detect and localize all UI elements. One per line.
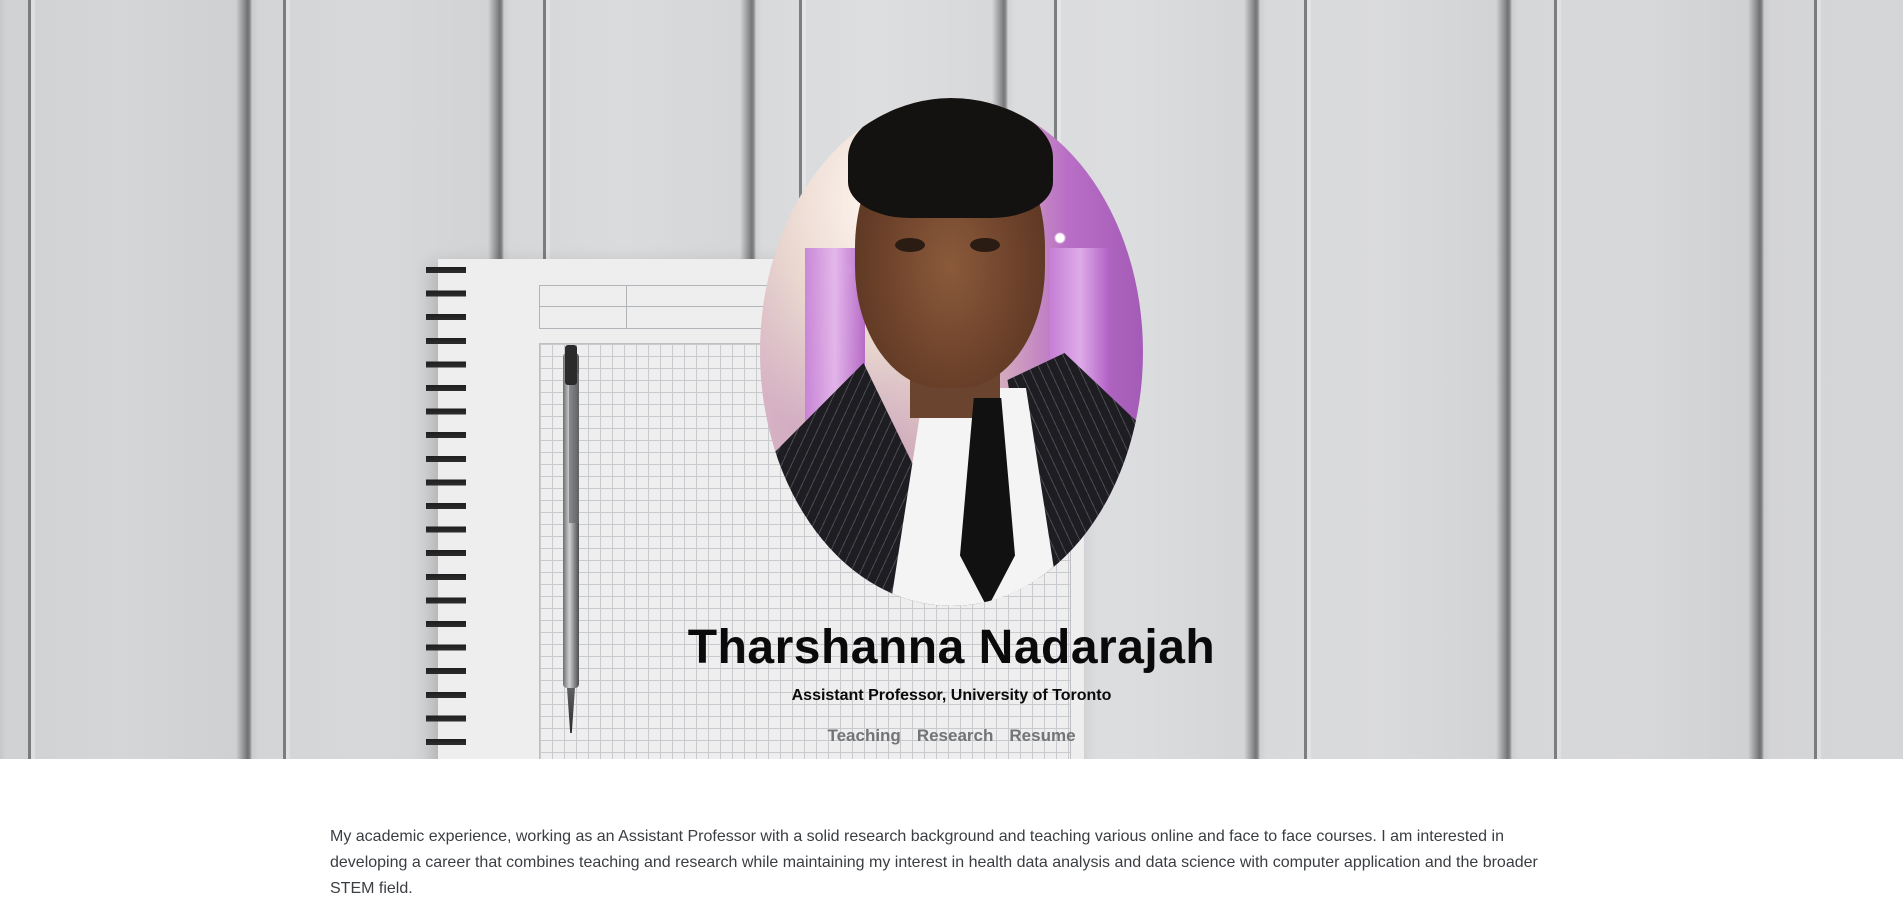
nav-link-research[interactable]: Research bbox=[917, 726, 994, 746]
left-eye bbox=[895, 238, 925, 252]
job-title: Assistant Professor, University of Toron… bbox=[791, 687, 1112, 704]
notebook-spiral bbox=[426, 259, 466, 759]
nav-link-teaching[interactable]: Teaching bbox=[827, 726, 900, 746]
main-nav: Teaching Research Resume bbox=[0, 726, 1903, 746]
page-title: Tharshanna Nadarajah bbox=[687, 621, 1216, 674]
hair bbox=[848, 98, 1053, 218]
about-paragraph: My academic experience, working as an As… bbox=[330, 828, 1538, 897]
hero-banner: Tharshanna Nadarajah Assistant Professor… bbox=[0, 0, 1903, 759]
profile-photo bbox=[760, 98, 1143, 606]
pen-clip bbox=[569, 373, 579, 523]
right-eye bbox=[970, 238, 1000, 252]
nav-link-resume[interactable]: Resume bbox=[1009, 726, 1075, 746]
pen-image bbox=[560, 345, 582, 733]
pen-cap bbox=[565, 345, 577, 385]
